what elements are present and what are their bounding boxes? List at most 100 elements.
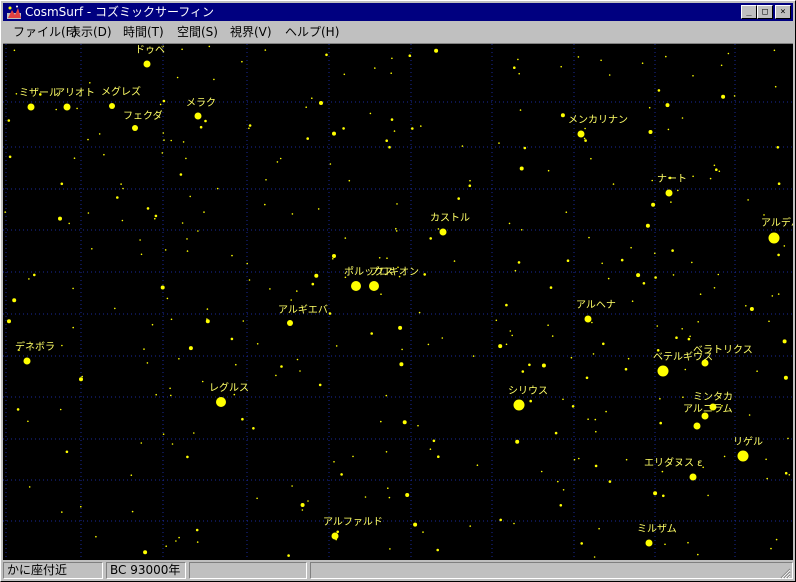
faint-star xyxy=(319,101,323,105)
close-icon: × xyxy=(780,7,786,17)
star-procyon[interactable] xyxy=(369,281,379,291)
star-castor[interactable] xyxy=(439,228,447,236)
label-sirius: シリウス xyxy=(508,385,548,397)
label-alioth: アリオト xyxy=(55,87,95,99)
faint-star xyxy=(311,97,313,99)
menu-time[interactable]: 時間(T) xyxy=(121,24,166,40)
faint-star xyxy=(364,496,367,498)
star-eridanus[interactable] xyxy=(689,473,697,481)
maximize-button[interactable]: □ xyxy=(757,5,773,19)
menu-space[interactable]: 空間(S) xyxy=(175,24,220,40)
faint-star xyxy=(28,486,31,488)
minimize-button[interactable]: _ xyxy=(741,5,757,19)
faint-star xyxy=(182,141,185,143)
menu-fov[interactable]: 視界(V) xyxy=(228,24,274,40)
faint-star xyxy=(457,197,461,200)
faint-star xyxy=(593,556,596,558)
faint-star xyxy=(55,108,57,111)
star-mizar[interactable] xyxy=(27,103,35,111)
faint-star xyxy=(585,376,589,380)
faint-star xyxy=(505,343,508,346)
label-regulus: レグルス xyxy=(209,381,249,394)
faint-star xyxy=(687,541,689,544)
status-panel-3 xyxy=(189,562,307,579)
faint-star xyxy=(625,458,628,461)
faint-star xyxy=(770,547,772,550)
faint-star xyxy=(787,437,789,440)
faint-star xyxy=(8,155,12,159)
star-dubhe[interactable] xyxy=(143,60,151,68)
label-procyon: プロキオン xyxy=(369,266,419,278)
menu-view[interactable]: 表示(D) xyxy=(67,24,114,40)
faint-star xyxy=(185,157,187,160)
faint-star xyxy=(213,78,215,81)
menu-help[interactable]: ヘルプ(H) xyxy=(283,24,341,40)
faint-star xyxy=(399,362,404,367)
faint-star xyxy=(788,474,791,476)
faint-star xyxy=(216,187,219,190)
faint-star xyxy=(369,112,372,115)
label-phecda: フェクダ xyxy=(123,109,163,122)
star-nath[interactable] xyxy=(665,189,673,197)
faint-star xyxy=(291,213,294,215)
label-mirzam: ミルザム xyxy=(637,523,677,535)
label-alhena: アルヘナ xyxy=(576,299,616,311)
faint-star xyxy=(720,64,723,67)
faint-star xyxy=(777,293,780,295)
faint-star xyxy=(318,383,322,387)
faint-star xyxy=(276,161,279,163)
star-merak[interactable] xyxy=(194,112,202,120)
faint-star xyxy=(691,261,693,264)
faint-star xyxy=(193,432,195,434)
star-sirius[interactable] xyxy=(513,399,525,411)
faint-star xyxy=(264,203,266,206)
star-rigel[interactable] xyxy=(737,450,749,462)
faint-star xyxy=(783,375,788,380)
close-button[interactable]: × xyxy=(775,5,791,19)
star-alphard[interactable] xyxy=(331,532,339,540)
window-title: CosmSurf - コズミックサーフィン xyxy=(25,5,215,19)
faint-star xyxy=(248,127,250,130)
label-menkalinan: メンカリナン xyxy=(568,114,628,126)
label-aldebaran: アルデバ xyxy=(761,216,793,229)
faint-star xyxy=(81,375,83,378)
star-map-canvas[interactable]: ドゥベ ミザール アリオト メグレズ フェクダ メラク メンカリナン ナート カ… xyxy=(3,44,793,560)
star-alnitak[interactable] xyxy=(693,422,701,430)
faint-star xyxy=(517,58,519,61)
faint-star xyxy=(386,257,388,259)
faint-star xyxy=(684,368,687,371)
faint-star xyxy=(697,321,699,323)
star-phecda[interactable] xyxy=(132,125,138,131)
star-denebola[interactable] xyxy=(23,357,31,365)
faint-star xyxy=(566,259,570,262)
star-alhena[interactable] xyxy=(584,315,592,323)
star-map[interactable]: ドゥベ ミザール アリオト メグレズ フェクダ メラク メンカリナン ナート カ… xyxy=(3,43,793,560)
star-algieba[interactable] xyxy=(287,320,293,326)
faint-star xyxy=(230,337,234,341)
faint-star xyxy=(162,132,165,134)
star-menkalinan[interactable] xyxy=(577,130,585,138)
faint-star xyxy=(601,262,603,265)
status-location: かに座付近 xyxy=(3,562,103,579)
star-betelgeuse[interactable] xyxy=(657,365,669,377)
faint-star xyxy=(256,343,259,345)
star-pollux[interactable] xyxy=(351,281,361,291)
app-icon[interactable] xyxy=(6,4,22,20)
faint-star xyxy=(58,216,62,221)
star-aldebaran[interactable] xyxy=(768,232,780,244)
faint-star xyxy=(636,273,641,278)
star-alioth[interactable] xyxy=(63,103,71,111)
faint-star xyxy=(560,113,565,118)
star-mirzam[interactable] xyxy=(645,539,653,547)
faint-star xyxy=(396,203,398,205)
star-regulus[interactable] xyxy=(216,397,226,407)
coordinate-grid xyxy=(3,44,793,560)
title-bar[interactable]: CosmSurf - コズミックサーフィン _ □ × xyxy=(3,3,793,21)
star-megrez[interactable] xyxy=(109,103,115,109)
faint-star xyxy=(246,262,248,265)
faint-star xyxy=(306,137,310,140)
faint-star xyxy=(390,118,394,121)
faint-star xyxy=(777,253,780,257)
resize-grip-icon[interactable] xyxy=(779,567,791,579)
faint-star xyxy=(328,312,332,315)
